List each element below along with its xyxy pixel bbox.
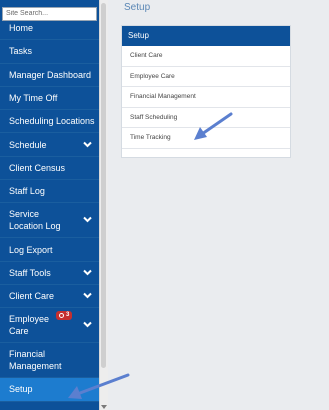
chevron-down-icon[interactable] — [83, 141, 92, 148]
sidebar-item-label: Scheduling Locations — [9, 116, 95, 127]
sidebar-item-service-location-log[interactable]: Service Location Log — [0, 203, 99, 239]
sidebar-item-employee-care[interactable]: Employee Care 3 — [0, 308, 99, 344]
sidebar-scrollbar[interactable] — [99, 0, 108, 410]
sidebar-item-schedule[interactable]: Schedule — [0, 133, 99, 157]
sidebar-nav: Home Tasks Manager Dashboard My Time Off Sch… — [0, 0, 99, 410]
sidebar-item-label: Service Location Log — [9, 209, 61, 232]
setup-link-client-care[interactable]: Client Care — [122, 46, 290, 67]
clock-icon — [59, 313, 64, 319]
sidebar-item-log-export[interactable]: Log Export — [0, 238, 99, 262]
sidebar-item-label: Setup — [9, 384, 33, 395]
notification-badge: 3 — [56, 311, 73, 321]
chevron-down-icon[interactable] — [83, 216, 92, 223]
sidebar-item-manager-dashboard[interactable]: Manager Dashboard — [0, 64, 99, 87]
annotation-arrow-icon — [68, 373, 130, 399]
nav-list: Home Tasks Manager Dashboard My Time Off Sch… — [0, 17, 99, 402]
badge-count: 3 — [66, 312, 70, 319]
sidebar-item-label: Staff Tools — [9, 267, 51, 278]
sidebar-item-home[interactable]: Home — [0, 17, 99, 41]
page-title: Setup — [124, 2, 151, 13]
sidebar-item-scheduling-locations[interactable]: Scheduling Locations — [0, 110, 99, 134]
sidebar-item-label: Home — [9, 23, 34, 34]
sidebar-item-staff-log[interactable]: Staff Log — [0, 180, 99, 204]
sidebar-item-label: Log Export — [9, 244, 53, 255]
chevron-down-icon[interactable] — [83, 321, 92, 328]
scroll-down-arrow-icon[interactable] — [101, 405, 107, 409]
sidebar-item-client-census[interactable]: Client Census — [0, 157, 99, 181]
setup-link-employee-care[interactable]: Employee Care — [122, 67, 290, 87]
chevron-down-icon[interactable] — [83, 292, 92, 299]
sidebar-item-label: Client Care — [9, 291, 55, 302]
sidebar-item-client-care[interactable]: Client Care — [0, 285, 99, 309]
sidebar-item-label: Staff Log — [9, 186, 45, 197]
sidebar-item-label: My Time Off — [9, 93, 58, 104]
search-wrapper — [0, 0, 99, 21]
sidebar-item-label: Schedule — [9, 139, 47, 150]
setup-panel-header: Setup — [122, 26, 290, 46]
sidebar-item-my-time-off[interactable]: My Time Off — [0, 87, 99, 111]
chevron-down-icon[interactable] — [83, 269, 92, 276]
scrollbar-thumb[interactable] — [101, 3, 106, 368]
sidebar-item-label: Financial Management — [9, 349, 62, 372]
sidebar-item-label: Client Census — [9, 162, 66, 173]
annotation-arrow-icon — [194, 112, 233, 140]
setup-link-financial-management[interactable]: Financial Management — [122, 87, 290, 108]
sidebar-item-label: Tasks — [9, 46, 33, 57]
sidebar-item-staff-tools[interactable]: Staff Tools — [0, 262, 99, 285]
sidebar-item-tasks[interactable]: Tasks — [0, 40, 99, 64]
sidebar-item-label: Manager Dashboard — [9, 69, 92, 80]
